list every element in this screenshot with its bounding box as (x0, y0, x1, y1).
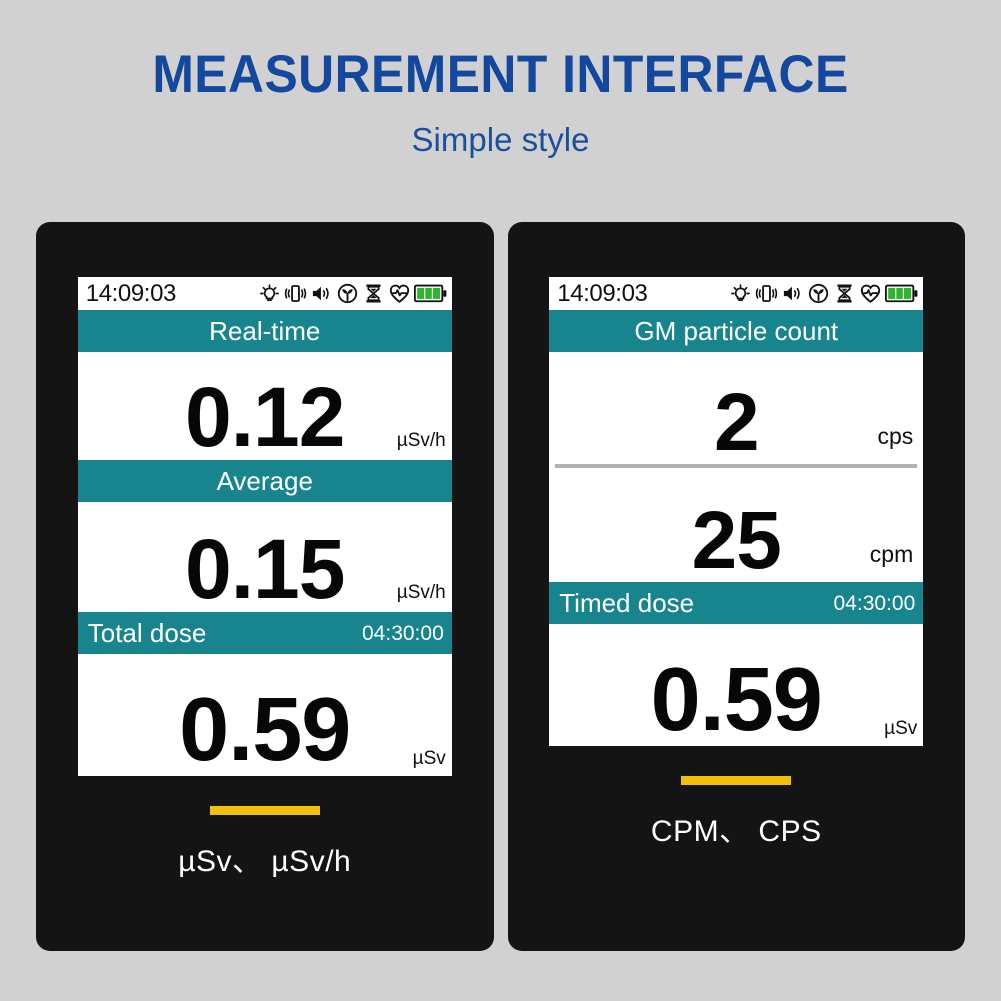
heartbeat-icon (388, 282, 411, 305)
device-screen-right: 14:09:03 GM particle count 2 cps 25 cpm … (549, 277, 924, 746)
cpm-unit: cpm (869, 541, 914, 567)
timed-dose-value: 0.59 (650, 650, 823, 746)
speaker-icon (781, 282, 804, 305)
hourglass-icon (362, 282, 385, 305)
hourglass-icon (833, 282, 856, 305)
band-label: Average (216, 466, 313, 496)
band-average: Average (77, 460, 452, 502)
average-value: 0.15 (185, 521, 345, 616)
device-panels: 14:09:03 Real-time 0.12 µSv/h Average 0.… (36, 222, 965, 951)
value-row-timed-dose: 0.59 µSv (549, 624, 924, 746)
cpm-value: 25 (691, 494, 782, 586)
caption-right: CPM、 CPS (650, 815, 822, 848)
cps-unit: cps (877, 423, 914, 449)
device-screen-left: 14:09:03 Real-time 0.12 µSv/h Average 0.… (77, 277, 452, 776)
timed-dose-unit: µSv (884, 718, 918, 739)
accent-bar-right (681, 776, 792, 785)
speaker-icon (310, 282, 333, 305)
battery-icon (413, 283, 447, 304)
cps-value: 2 (713, 376, 760, 468)
total-dose-value: 0.59 (179, 680, 351, 776)
status-bar-left: 14:09:03 (77, 277, 452, 310)
band-label: Real-time (209, 316, 321, 346)
status-clock: 14:09:03 (85, 279, 177, 307)
heartbeat-icon (859, 282, 882, 305)
band-timed-dose: Timed dose 04:30:00 (549, 582, 924, 624)
page-subtitle: Simple style (411, 121, 590, 158)
battery-icon (885, 283, 918, 304)
real-time-unit: µSv/h (396, 430, 446, 451)
band-label: GM particle count (634, 316, 839, 346)
value-row-cpm: 25 cpm (549, 468, 924, 586)
accent-bar-left (209, 806, 320, 815)
average-unit: µSv/h (396, 582, 446, 603)
particle-count-device: 14:09:03 GM particle count 2 cps 25 cpm … (507, 222, 965, 951)
real-time-value: 0.12 (185, 369, 345, 464)
brightness-icon (258, 282, 281, 305)
value-row-real-time: 0.12 µSv/h (77, 352, 452, 464)
band-label: Total dose (87, 618, 207, 648)
vibration-icon (284, 282, 307, 305)
band-gm-particle-count: GM particle count (549, 310, 924, 352)
sprout-icon (336, 282, 359, 305)
timed-dose-timer: 04:30:00 (833, 591, 916, 615)
total-dose-unit: µSv (412, 748, 446, 769)
band-total-dose: Total dose 04:30:00 (77, 612, 452, 654)
value-row-total-dose: 0.59 µSv (77, 654, 452, 776)
sprout-icon (807, 282, 830, 305)
caption-left: µSv、 µSv/h (178, 845, 352, 878)
status-bar-right: 14:09:03 (549, 277, 924, 310)
total-dose-timer: 04:30:00 (362, 621, 444, 645)
value-row-cps: 2 cps (549, 352, 924, 468)
status-icons (729, 282, 918, 305)
vibration-icon (755, 282, 778, 305)
page-header: MEASUREMENT INTERFACE Simple style (0, 0, 1001, 156)
band-label: Timed dose (559, 588, 695, 618)
brightness-icon (729, 282, 752, 305)
band-real-time: Real-time (77, 310, 452, 352)
page-title: MEASUREMENT INTERFACE (152, 45, 849, 104)
status-icons (258, 282, 447, 305)
dose-rate-device: 14:09:03 Real-time 0.12 µSv/h Average 0.… (36, 222, 494, 951)
status-clock: 14:09:03 (557, 279, 648, 307)
value-row-average: 0.15 µSv/h (77, 502, 452, 616)
